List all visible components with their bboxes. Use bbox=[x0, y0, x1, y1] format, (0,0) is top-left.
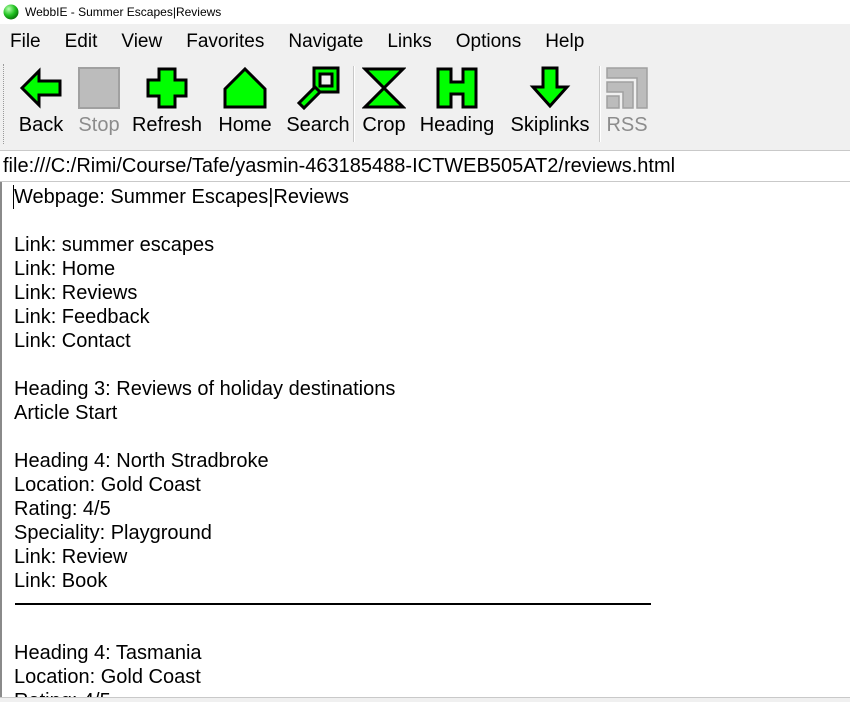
home-icon bbox=[223, 66, 267, 109]
link-summer-escapes[interactable]: Link: summer escapes bbox=[14, 233, 850, 257]
refresh-cross-icon bbox=[146, 67, 188, 109]
crop-button[interactable]: Crop bbox=[355, 60, 413, 137]
skiplinks-button[interactable]: Skiplinks bbox=[501, 60, 599, 137]
menu-bar: File Edit View Favorites Navigate Links … bbox=[0, 24, 850, 60]
link-contact[interactable]: Link: Contact bbox=[14, 329, 850, 353]
crop-hourglass-icon bbox=[362, 67, 406, 109]
search-label: Search bbox=[286, 114, 350, 136]
entry1-location: Location: Gold Coast bbox=[14, 474, 201, 496]
title-bar: WebbIE - Summer Escapes|Reviews bbox=[0, 0, 850, 24]
menu-file[interactable]: File bbox=[0, 31, 53, 53]
menu-navigate[interactable]: Navigate bbox=[276, 31, 375, 53]
address-bar bbox=[0, 150, 850, 182]
heading-3-reviews: Heading 3: Reviews of holiday destinatio… bbox=[14, 378, 396, 400]
link-reviews[interactable]: Link: Reviews bbox=[14, 281, 850, 305]
back-button[interactable]: Back bbox=[11, 60, 71, 137]
menu-edit[interactable]: Edit bbox=[53, 31, 110, 53]
rss-button[interactable]: RSS bbox=[601, 60, 653, 137]
heading-label: Heading bbox=[419, 114, 495, 136]
page-title: Webpage: Summer Escapes|Reviews bbox=[13, 185, 850, 209]
stop-icon bbox=[78, 67, 120, 109]
entry1-book-link[interactable]: Link: Book bbox=[14, 569, 850, 593]
crop-label: Crop bbox=[362, 114, 406, 136]
menu-favorites[interactable]: Favorites bbox=[174, 31, 276, 53]
menu-view[interactable]: View bbox=[109, 31, 174, 53]
text-view[interactable]: Webpage: Summer Escapes|Reviews Link: su… bbox=[2, 182, 850, 702]
toolbar-grip[interactable] bbox=[3, 64, 7, 144]
search-button[interactable]: Search bbox=[283, 60, 353, 137]
entry1-rating: Rating: 4/5 bbox=[14, 498, 111, 520]
entry1-heading: Heading 4: North Stradbroke bbox=[14, 450, 269, 472]
webbie-app-icon bbox=[3, 4, 19, 20]
refresh-button[interactable]: Refresh bbox=[127, 60, 207, 137]
menu-help[interactable]: Help bbox=[533, 31, 596, 53]
link-feedback[interactable]: Link: Feedback bbox=[14, 305, 850, 329]
stop-button[interactable]: Stop bbox=[71, 60, 127, 137]
article-start: Article Start bbox=[14, 402, 118, 424]
entry1-review-link[interactable]: Link: Review bbox=[14, 545, 850, 569]
skiplinks-down-arrow-icon bbox=[529, 66, 571, 109]
toolbar: Back Stop Refresh Home Search Crop Headi… bbox=[0, 60, 850, 150]
entry1-speciality: Speciality: Playground bbox=[14, 522, 212, 544]
url-input[interactable] bbox=[0, 152, 848, 180]
heading-h-icon bbox=[436, 67, 478, 109]
horizontal-rule bbox=[14, 593, 850, 617]
page-content[interactable]: Webpage: Summer Escapes|Reviews Link: su… bbox=[0, 182, 850, 702]
search-icon bbox=[296, 66, 340, 110]
rss-icon bbox=[606, 67, 648, 109]
stop-label: Stop bbox=[78, 114, 120, 136]
home-label: Home bbox=[218, 114, 272, 136]
rss-label: RSS bbox=[606, 114, 648, 136]
home-button[interactable]: Home bbox=[207, 60, 283, 137]
back-arrow-icon bbox=[19, 67, 62, 109]
window-title: WebbIE - Summer Escapes|Reviews bbox=[25, 5, 222, 19]
heading-button[interactable]: Heading bbox=[413, 60, 501, 137]
skiplinks-label: Skiplinks bbox=[510, 114, 590, 136]
back-label: Back bbox=[18, 114, 64, 136]
entry2-heading: Heading 4: Tasmania bbox=[14, 642, 202, 664]
status-bar bbox=[0, 697, 850, 702]
menu-options[interactable]: Options bbox=[444, 31, 533, 53]
refresh-label: Refresh bbox=[131, 114, 203, 136]
menu-links[interactable]: Links bbox=[375, 31, 443, 53]
entry2-location: Location: Gold Coast bbox=[14, 666, 201, 688]
link-home[interactable]: Link: Home bbox=[14, 257, 850, 281]
